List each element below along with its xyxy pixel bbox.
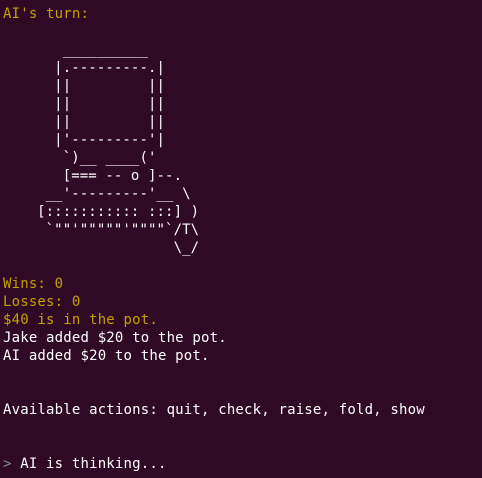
status-message: AI is thinking... [20, 456, 167, 472]
prompt-symbol: > [3, 456, 12, 472]
ascii-art-line: |.---------.| [3, 60, 166, 76]
ascii-art-line: [::::::::::: :::] ) [3, 204, 200, 220]
computer-ascii-art: __________ |.---------.| || || || || || … [3, 41, 482, 257]
command-prompt-line[interactable]: > AI is thinking... [3, 455, 482, 473]
ascii-art-line: |'---------'| [3, 132, 166, 148]
ascii-art-line: || || [3, 78, 166, 94]
losses-count: Losses: 0 [3, 294, 81, 310]
ascii-art-line: || || [3, 96, 166, 112]
event-line-jake: Jake added $20 to the pot. [3, 330, 227, 346]
ascii-art-line: __'---------'__ \ [3, 186, 191, 202]
pot-amount: $40 is in the pot. [3, 312, 158, 328]
ascii-art-line: || || [3, 114, 166, 130]
ascii-art-line: [=== -- o ]--. [3, 168, 183, 184]
turn-header: AI's turn: [3, 6, 90, 22]
event-line-ai: AI added $20 to the pot. [3, 348, 210, 364]
ascii-art-line: `)__ ____(' [3, 150, 157, 166]
ascii-art-line: __________ [3, 42, 148, 58]
wins-count: Wins: 0 [3, 276, 64, 292]
available-actions: Available actions: quit, check, raise, f… [3, 402, 425, 418]
terminal-window[interactable]: AI's turn: __________ |.---------.| || |… [0, 0, 482, 478]
ascii-art-line: \_/ [3, 240, 200, 256]
ascii-art-line: `""'"""""'""""`/T\ [3, 222, 200, 238]
